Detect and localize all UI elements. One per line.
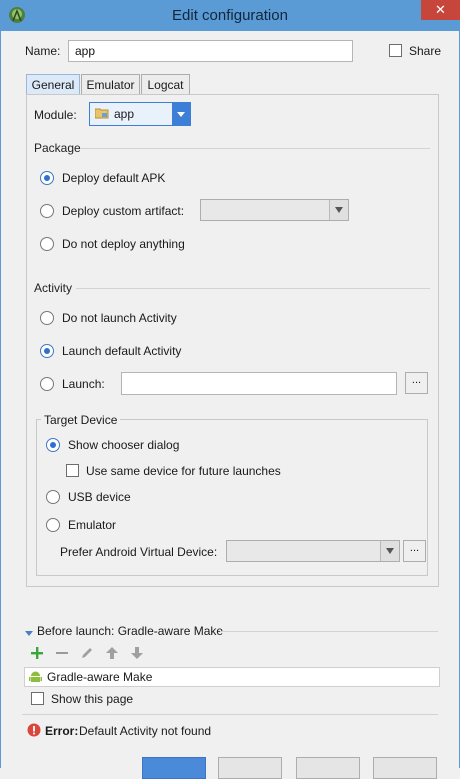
deploy-default-apk-radio[interactable]: [40, 171, 54, 185]
package-separator: [80, 148, 430, 149]
apply-button[interactable]: [296, 757, 360, 779]
tab-general[interactable]: General: [26, 74, 80, 95]
launch-default-radio[interactable]: [40, 344, 54, 358]
edit-icon[interactable]: [80, 646, 94, 660]
emulator-label: Emulator: [68, 518, 117, 532]
list-item-label: Gradle-aware Make: [47, 670, 153, 684]
error-message: Default Activity not found: [79, 724, 212, 738]
show-chooser-radio[interactable]: [46, 438, 60, 452]
launch-browse-button[interactable]: ...: [405, 372, 428, 394]
do-not-launch-radio[interactable]: [40, 311, 54, 325]
share-checkbox[interactable]: [389, 44, 402, 57]
usb-device-radio[interactable]: [46, 490, 60, 504]
activity-heading: Activity: [34, 281, 73, 295]
tab-emulator-label: Emulator: [86, 78, 135, 92]
avd-browse-button[interactable]: ...: [403, 540, 426, 562]
tab-logcat-label: Logcat: [147, 78, 184, 92]
name-label: Name:: [25, 44, 61, 58]
deploy-custom-artifact-label: Deploy custom artifact:: [62, 204, 185, 218]
target-device-heading: Target Device: [41, 413, 121, 427]
before-launch-heading: Before launch: Gradle-aware Make: [37, 624, 224, 638]
add-icon[interactable]: [30, 646, 44, 660]
package-heading: Package: [34, 141, 81, 155]
show-chooser-label: Show chooser dialog: [68, 438, 180, 452]
move-up-icon[interactable]: [105, 646, 119, 660]
tab-general-label: General: [31, 78, 75, 92]
cancel-button[interactable]: [218, 757, 282, 779]
ok-button[interactable]: [142, 757, 206, 779]
error-prefix: Error:: [45, 724, 79, 738]
avd-label: Prefer Android Virtual Device:: [60, 545, 218, 559]
tab-emulator[interactable]: Emulator: [81, 74, 140, 94]
collapse-triangle-icon[interactable]: [25, 627, 33, 636]
list-item[interactable]: Gradle-aware Make: [25, 668, 423, 686]
deploy-custom-artifact-radio[interactable]: [40, 204, 54, 218]
launch-default-label: Launch default Activity: [62, 344, 182, 358]
activity-separator: [76, 288, 430, 289]
usb-device-label: USB device: [68, 490, 131, 504]
before-launch-separator: [220, 631, 438, 632]
deploy-default-apk-label: Deploy default APK: [62, 171, 166, 185]
help-button[interactable]: [373, 757, 437, 779]
module-dropdown[interactable]: app: [89, 102, 191, 126]
do-not-launch-label: Do not launch Activity: [62, 311, 177, 325]
show-page-checkbox[interactable]: [31, 692, 44, 705]
chevron-down-icon: [329, 200, 348, 220]
module-label: Module:: [34, 108, 77, 122]
do-not-deploy-radio[interactable]: [40, 237, 54, 251]
do-not-deploy-label: Do not deploy anything: [62, 237, 185, 251]
move-down-icon[interactable]: [130, 646, 144, 660]
chevron-down-icon: [172, 103, 190, 125]
artifact-dropdown[interactable]: [200, 199, 349, 221]
launch-specific-radio[interactable]: [40, 377, 54, 391]
same-device-checkbox[interactable]: [66, 464, 79, 477]
close-button[interactable]: ✕: [421, 0, 460, 20]
avd-dropdown[interactable]: [226, 540, 400, 562]
same-device-label: Use same device for future launches: [86, 464, 281, 478]
module-folder-icon: [94, 107, 109, 119]
error-separator: [22, 714, 438, 715]
name-field[interactable]: [68, 40, 353, 62]
launch-specific-label: Launch:: [62, 377, 105, 391]
launch-activity-field[interactable]: [121, 372, 397, 395]
emulator-radio[interactable]: [46, 518, 60, 532]
before-launch-list: Gradle-aware Make: [24, 667, 440, 687]
tab-logcat[interactable]: Logcat: [141, 74, 190, 94]
error-icon: [27, 723, 41, 737]
chevron-down-icon: [380, 541, 399, 561]
remove-icon[interactable]: [55, 646, 69, 660]
module-value: app: [114, 107, 135, 121]
share-label: Share: [409, 44, 442, 58]
window-title: Edit configuration: [172, 7, 288, 24]
android-icon: [29, 670, 42, 684]
show-page-label: Show this page: [51, 692, 134, 706]
